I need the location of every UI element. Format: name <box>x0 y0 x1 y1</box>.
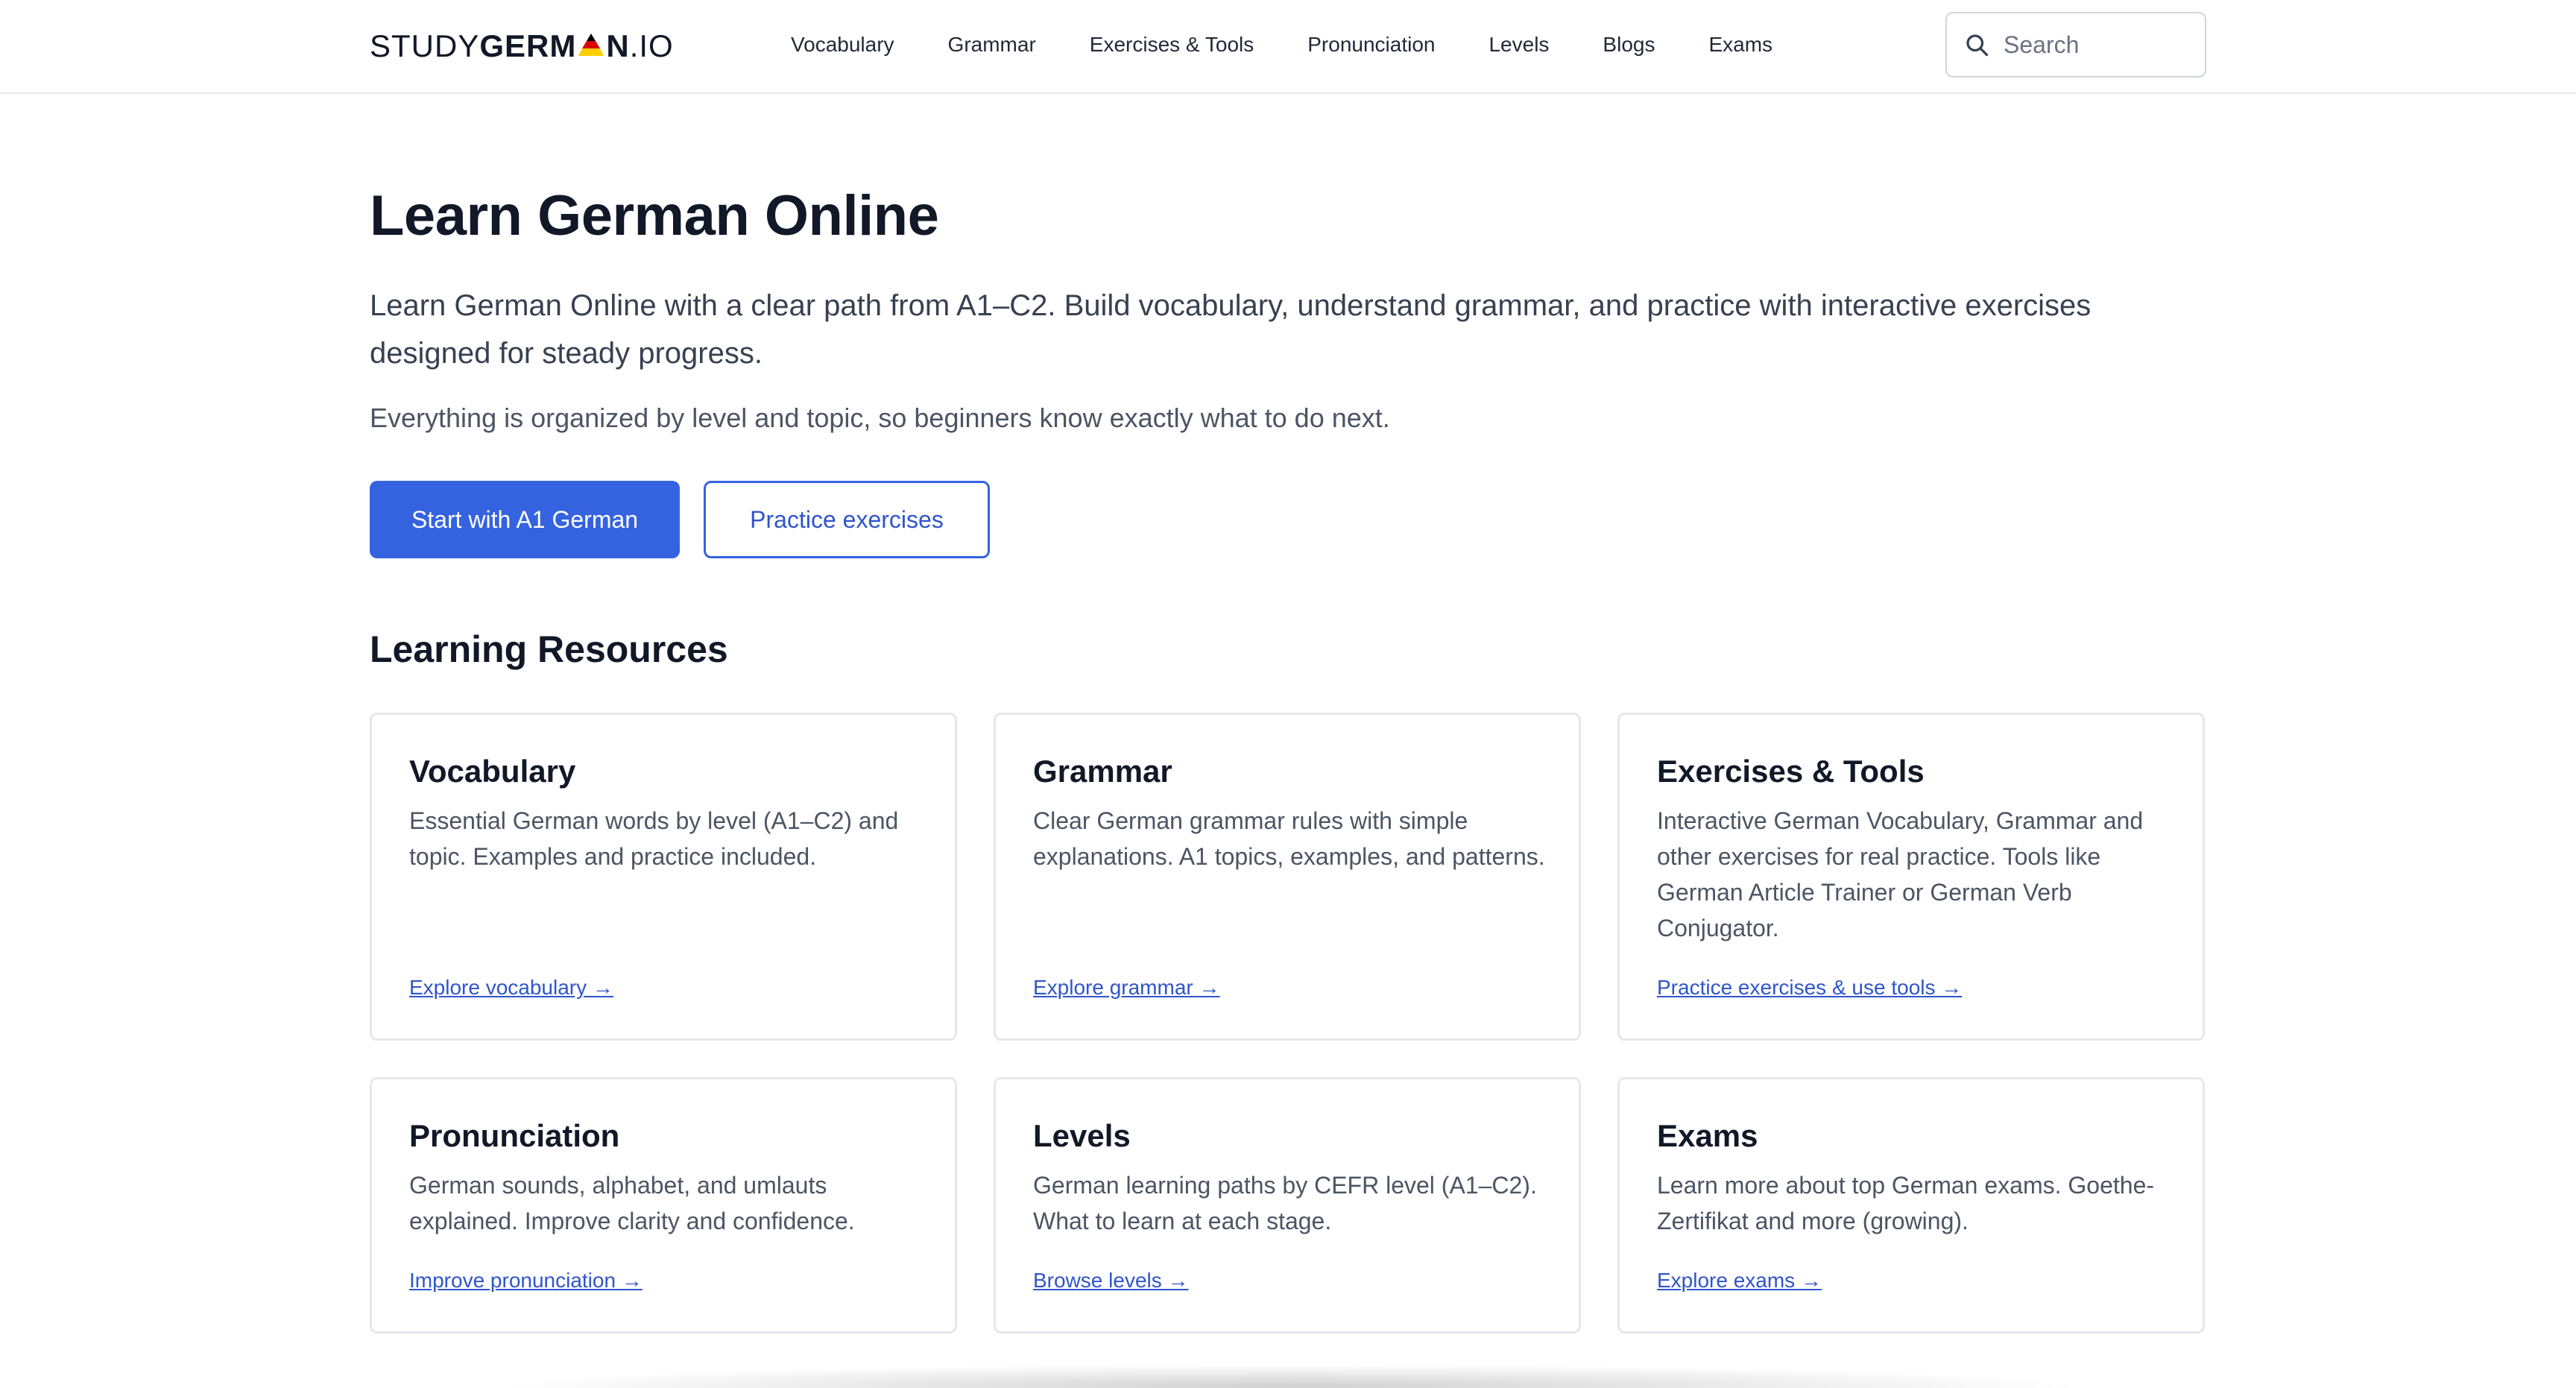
card-description: German sounds, alphabet, and umlauts exp… <box>409 1172 855 1234</box>
nav-exams[interactable]: Exams <box>1708 33 1772 57</box>
main-nav: Vocabulary Grammar Exercises & Tools Pro… <box>791 27 1826 63</box>
page-title: Learn German Online <box>370 184 939 247</box>
card-title: Levels <box>1033 1118 1131 1153</box>
improve-pronunciation-link[interactable]: Improve pronunciation → <box>409 1269 643 1293</box>
explore-grammar-link[interactable]: Explore grammar → <box>1033 976 1220 1000</box>
learning-resources-heading: Learning Resources <box>370 628 728 670</box>
site-header: STUDY GERM N .IO Vocabulary Grammar Exerci… <box>0 0 2576 94</box>
card-title: Pronunciation <box>409 1118 620 1153</box>
logo-text-germ: GERM <box>479 28 577 63</box>
card-levels: Levels German learning paths by CEFR lev… <box>994 1077 1581 1334</box>
search-icon <box>1966 34 1989 57</box>
logo-text-study: STUDY <box>370 28 480 63</box>
card-title: Exercises & Tools <box>1657 754 1925 789</box>
browse-levels-link[interactable]: Browse levels → <box>1033 1269 1189 1293</box>
nav-vocabulary[interactable]: Vocabulary <box>791 33 894 57</box>
german-flag-a-icon <box>578 34 604 56</box>
card-title: Grammar <box>1033 754 1172 789</box>
site-logo[interactable]: STUDY GERM N .IO <box>370 25 674 67</box>
logo-text-io: .IO <box>629 28 674 63</box>
card-description: Learn more about top German exams. Goeth… <box>1657 1172 2155 1234</box>
search-box[interactable] <box>1945 12 2206 78</box>
card-title: Vocabulary <box>409 754 576 789</box>
card-description: Interactive German Vocabulary, Grammar a… <box>1657 807 2144 941</box>
hero-sub-text: Everything is organized by level and top… <box>370 403 1390 433</box>
card-vocabulary: Vocabulary Essential German words by lev… <box>370 713 957 1041</box>
card-pronunciation: Pronunciation German sounds, alphabet, a… <box>370 1077 957 1334</box>
card-description: Essential German words by level (A1–C2) … <box>409 807 899 870</box>
card-exercises-tools: Exercises & Tools Interactive German Voc… <box>1617 713 2205 1041</box>
bottom-fade-shadow <box>492 1364 2087 1388</box>
nav-pronunciation[interactable]: Pronunciation <box>1307 33 1435 57</box>
nav-exercises-tools[interactable]: Exercises & Tools <box>1090 33 1254 57</box>
hero-lead-text: Learn German Online with a clear path fr… <box>370 289 2092 370</box>
search-input[interactable] <box>2004 31 2182 59</box>
explore-vocabulary-link[interactable]: Explore vocabulary → <box>409 976 613 1000</box>
nav-grammar[interactable]: Grammar <box>948 33 1036 57</box>
nav-levels[interactable]: Levels <box>1489 33 1549 57</box>
card-exams: Exams Learn more about top German exams.… <box>1617 1077 2205 1334</box>
practice-exercises-tools-link[interactable]: Practice exercises & use tools → <box>1657 976 1962 1000</box>
page: STUDY GERM N .IO Vocabulary Grammar Exerci… <box>0 0 2576 1388</box>
card-grammar: Grammar Clear German grammar rules with … <box>994 713 1581 1041</box>
nav-blogs[interactable]: Blogs <box>1603 33 1655 57</box>
practice-exercises-button[interactable]: Practice exercises <box>704 481 990 558</box>
card-description: Clear German grammar rules with simple e… <box>1033 807 1545 870</box>
start-a1-button[interactable]: Start with A1 German <box>370 481 680 558</box>
card-title: Exams <box>1657 1118 1758 1153</box>
explore-exams-link[interactable]: Explore exams → <box>1657 1269 1822 1293</box>
logo-text-n: N <box>606 28 630 63</box>
card-description: German learning paths by CEFR level (A1–… <box>1033 1172 1537 1234</box>
